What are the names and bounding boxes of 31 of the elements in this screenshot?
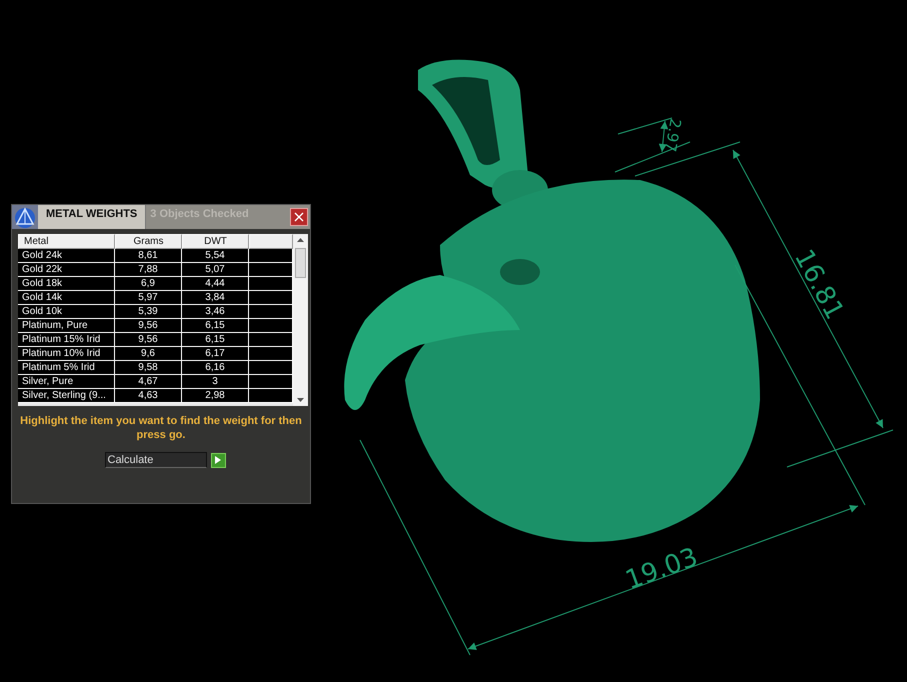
scroll-down-icon[interactable] <box>297 398 304 402</box>
panel-tab[interactable]: METAL WEIGHTS <box>38 205 146 229</box>
scrollbar[interactable] <box>293 234 308 406</box>
table-cell: 4,63 <box>115 389 182 403</box>
table-row[interactable]: Platinum 10% Irid 9,6 6,17 <box>18 347 293 361</box>
play-icon[interactable] <box>215 456 221 464</box>
table-row[interactable]: Silver, Pure 4,67 3 <box>18 375 293 389</box>
dimension-value: 2.97 <box>661 117 685 154</box>
table-row[interactable]: Gold 24k 8,61 5,54 <box>18 249 293 263</box>
table-row[interactable]: Gold 18k 6,9 4,44 <box>18 277 293 291</box>
table-cell: 2,98 <box>182 389 249 403</box>
calculate-field[interactable]: Calculate <box>104 452 206 468</box>
table-row[interactable]: Platinum, Pure 9,56 6,15 <box>18 319 293 333</box>
table-cell: Silver, Sterling (9... <box>18 389 115 403</box>
close-icon[interactable] <box>294 212 304 222</box>
go-button[interactable] <box>210 452 226 468</box>
close-button[interactable] <box>290 208 308 226</box>
table-row[interactable]: Platinum 5% Irid 9,58 6,16 <box>18 361 293 375</box>
table-row[interactable]: Gold 10k 5,39 3,46 <box>18 305 293 319</box>
table-row[interactable]: Gold 14k 5,97 3,84 <box>18 291 293 305</box>
table-row[interactable]: Platinum 15% Irid 9,56 6,15 <box>18 333 293 347</box>
scroll-up-icon[interactable] <box>297 238 304 242</box>
scroll-thumb[interactable] <box>295 248 306 278</box>
column-header[interactable]: Grams <box>115 234 182 249</box>
table-row[interactable]: Silver, Sterling (9... 4,63 2,98 <box>18 389 293 403</box>
dimension-value: 19.03 <box>622 542 702 596</box>
table-row[interactable]: Gold 22k 7,88 5,07 <box>18 263 293 277</box>
instruction-text: Highlight the item you want to find the weight for then press go. <box>19 414 303 442</box>
column-header[interactable] <box>249 234 293 249</box>
column-header[interactable]: Metal <box>18 234 115 249</box>
column-header[interactable]: DWT <box>182 234 249 249</box>
